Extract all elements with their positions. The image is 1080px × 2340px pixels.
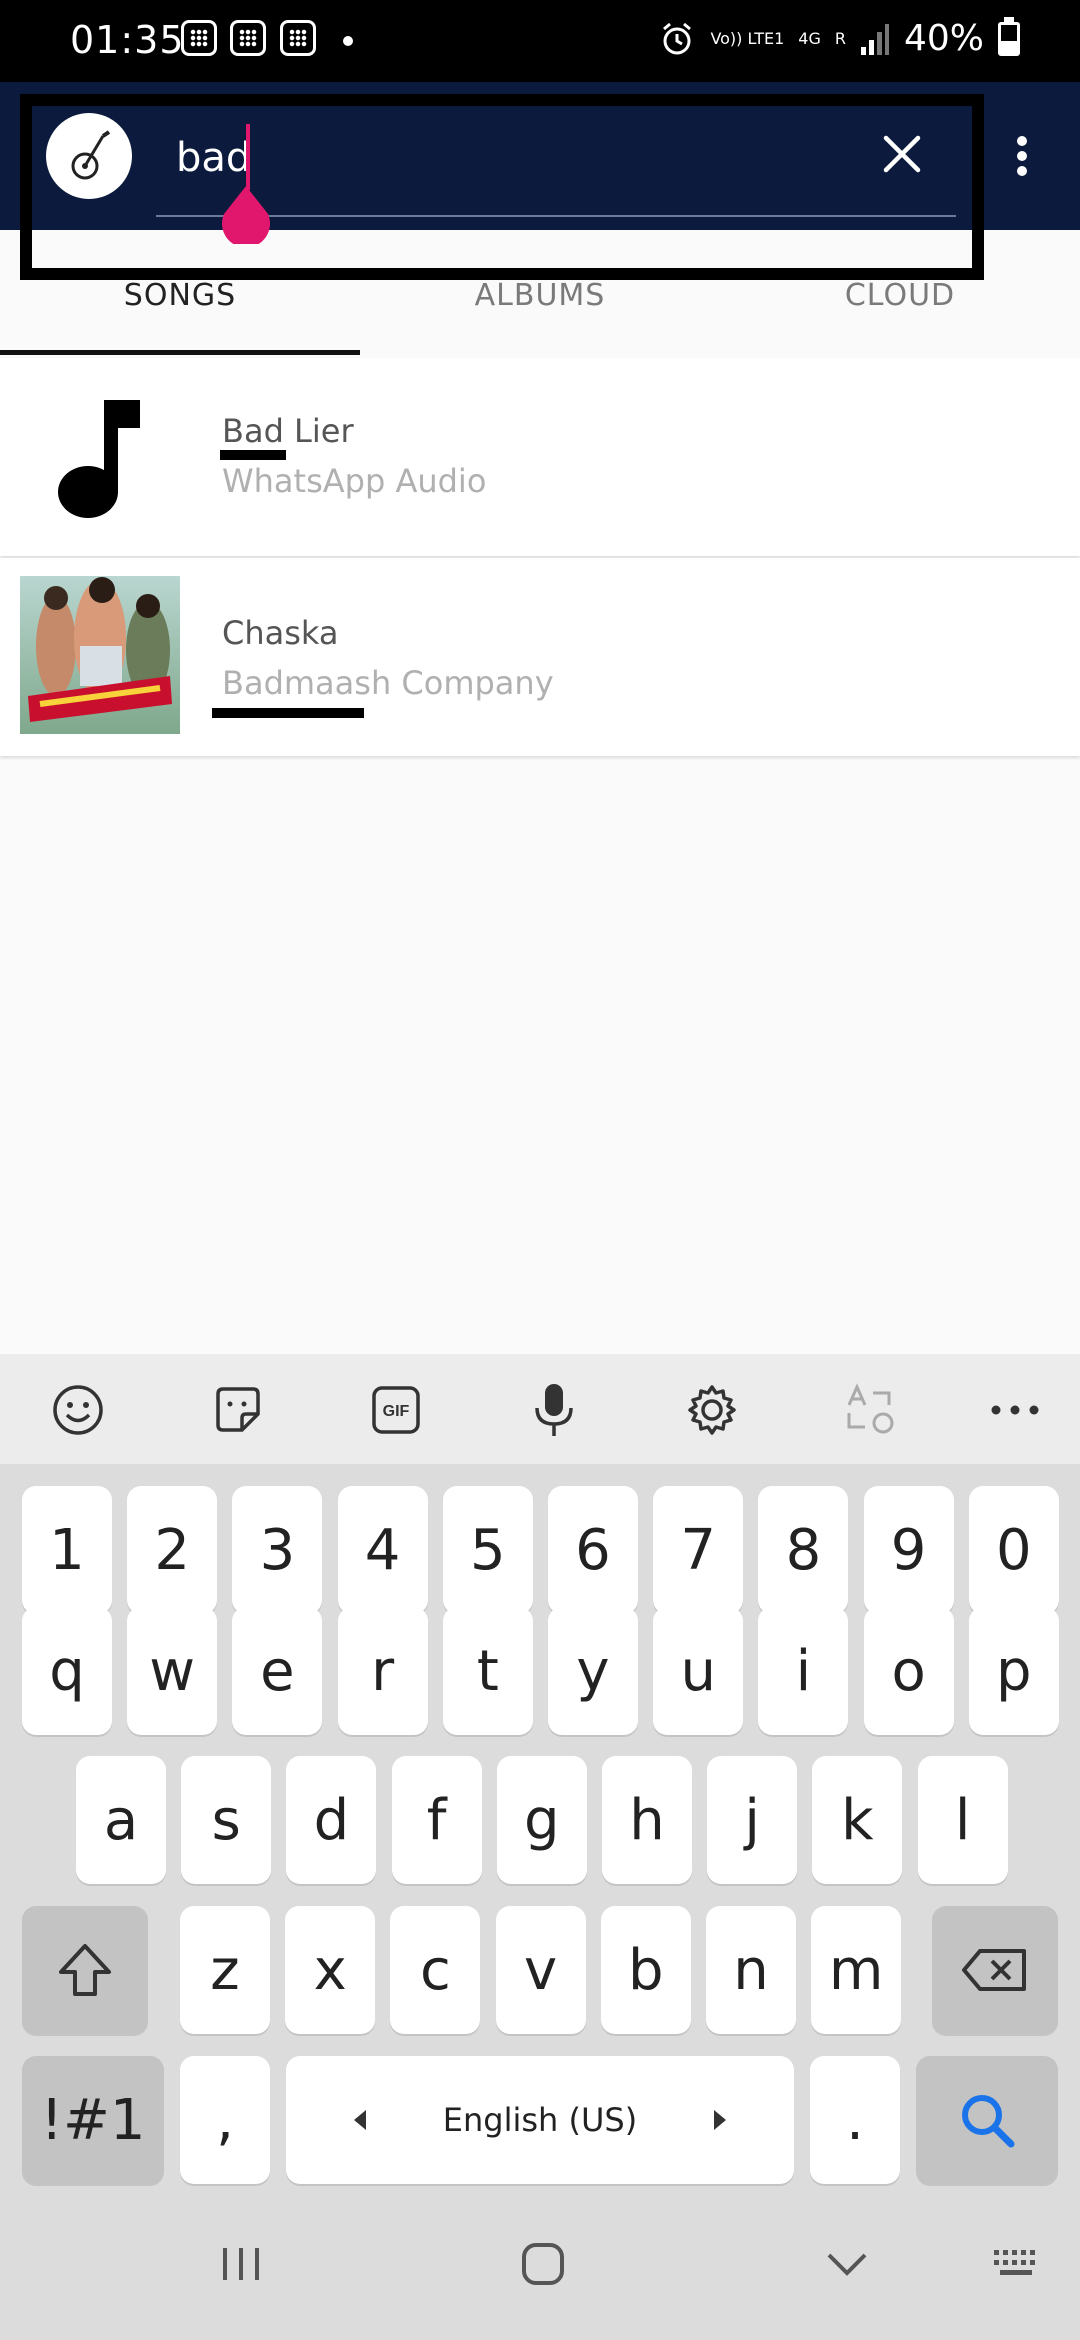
roaming-indicator: R [834,28,846,48]
key-d[interactable]: d [286,1756,377,1884]
keyboard-switch-icon[interactable] [990,2232,1044,2296]
song-subtitle: Badmaash Company [222,664,554,702]
dot [1017,166,1027,176]
album-art [20,576,180,734]
song-title: Bad Lier [222,412,354,450]
key-9[interactable]: 9 [863,1486,954,1614]
key-3[interactable]: 3 [232,1486,323,1614]
notification-icon [280,20,316,56]
tab-songs[interactable]: SONGS [0,280,360,356]
search-highlight-box [20,94,984,280]
key-m[interactable]: m [811,1906,902,2034]
home-button[interactable] [518,2232,568,2296]
key-l[interactable]: l [917,1756,1008,1884]
shift-key[interactable] [22,1906,148,2034]
search-key[interactable] [916,2056,1058,2184]
song-subtitle: WhatsApp Audio [222,462,487,500]
key-h[interactable]: h [602,1756,692,1884]
key-7[interactable]: 7 [653,1486,744,1614]
status-right: Vo)) LTE1 4G R 40% [658,16,1020,59]
back-down-button[interactable] [822,2232,872,2296]
tab-bar: SONGS ALBUMS CLOUD [0,280,1080,356]
notification-icon [181,20,217,56]
match-underline [220,450,286,460]
dot [1017,136,1027,146]
symbols-key[interactable]: !#1 [22,2056,164,2184]
key-t[interactable]: t [442,1607,533,1735]
alarm-icon [663,22,692,54]
sticker-icon[interactable] [208,1380,268,1440]
key-f[interactable]: f [391,1756,482,1884]
more-notifications-dot [343,36,353,46]
gif-icon[interactable]: GIF [366,1380,426,1440]
key-n[interactable]: n [706,1906,796,2034]
keyboard-toolbar: GIF [0,1354,1080,1464]
cursor-left-icon [354,2110,366,2130]
tab-albums[interactable]: ALBUMS [360,280,720,356]
tab-indicator [0,350,360,355]
signal-icon [860,23,889,55]
song-title: Chaska [222,614,339,652]
backspace-key[interactable] [932,1906,1058,2034]
key-2[interactable]: 2 [127,1486,218,1614]
comma-key[interactable]: , [180,2056,270,2184]
dot [1017,151,1027,161]
key-5[interactable]: 5 [442,1486,533,1614]
notification-icon [230,20,266,56]
status-bar: 01:35 Vo)) LTE1 4G R 40% [0,0,1080,82]
space-language-label: English (US) [442,2101,638,2139]
settings-icon[interactable] [682,1380,742,1440]
key-v[interactable]: v [495,1906,586,2034]
key-y[interactable]: y [548,1607,638,1735]
key-k[interactable]: k [812,1756,903,1884]
navigation-bar [0,2192,1080,2340]
emoji-icon[interactable] [48,1380,108,1440]
key-p[interactable]: p [968,1607,1059,1735]
gif-label: GIF [383,1403,410,1420]
status-time: 01:35 [70,18,185,62]
search-icon [962,2095,1015,2148]
key-j[interactable]: j [707,1756,798,1884]
network-type-indicator: 4G [798,28,821,48]
cursor-right-icon [714,2110,726,2130]
key-6[interactable]: 6 [548,1486,638,1614]
period-key[interactable]: . [810,2056,900,2184]
key-c[interactable]: c [390,1906,481,2034]
more-icon[interactable] [985,1380,1045,1440]
key-x[interactable]: x [285,1906,376,2034]
key-r[interactable]: r [337,1607,428,1735]
key-z[interactable]: z [180,1906,270,2034]
key-q[interactable]: q [22,1607,112,1735]
battery-icon [998,16,1020,56]
backspace-icon [962,1949,1026,1991]
recent-apps-button[interactable] [216,2232,266,2296]
key-e[interactable]: e [232,1607,323,1735]
key-1[interactable]: 1 [22,1486,112,1614]
key-a[interactable]: a [76,1756,166,1884]
music-note-icon [58,400,140,518]
volte-indicator: Vo)) LTE1 [710,28,785,48]
mic-icon[interactable] [524,1380,584,1440]
key-8[interactable]: 8 [758,1486,849,1614]
match-underline [212,708,364,718]
key-w[interactable]: w [127,1607,218,1735]
list-item[interactable]: Bad Lier WhatsApp Audio [0,358,1080,556]
key-4[interactable]: 4 [337,1486,428,1614]
key-s[interactable]: s [181,1756,272,1884]
battery-percentage: 40% [903,18,984,59]
key-b[interactable]: b [600,1906,691,2034]
translate-icon[interactable] [840,1380,900,1440]
key-0[interactable]: 0 [968,1486,1059,1614]
key-u[interactable]: u [653,1607,744,1735]
key-g[interactable]: g [496,1756,587,1884]
overflow-menu-button[interactable] [1004,126,1040,186]
space-key[interactable]: English (US) [286,2056,794,2184]
key-o[interactable]: o [863,1607,954,1735]
shift-icon [59,1944,111,1996]
key-i[interactable]: i [758,1607,849,1735]
tab-cloud[interactable]: CLOUD [720,280,1080,356]
